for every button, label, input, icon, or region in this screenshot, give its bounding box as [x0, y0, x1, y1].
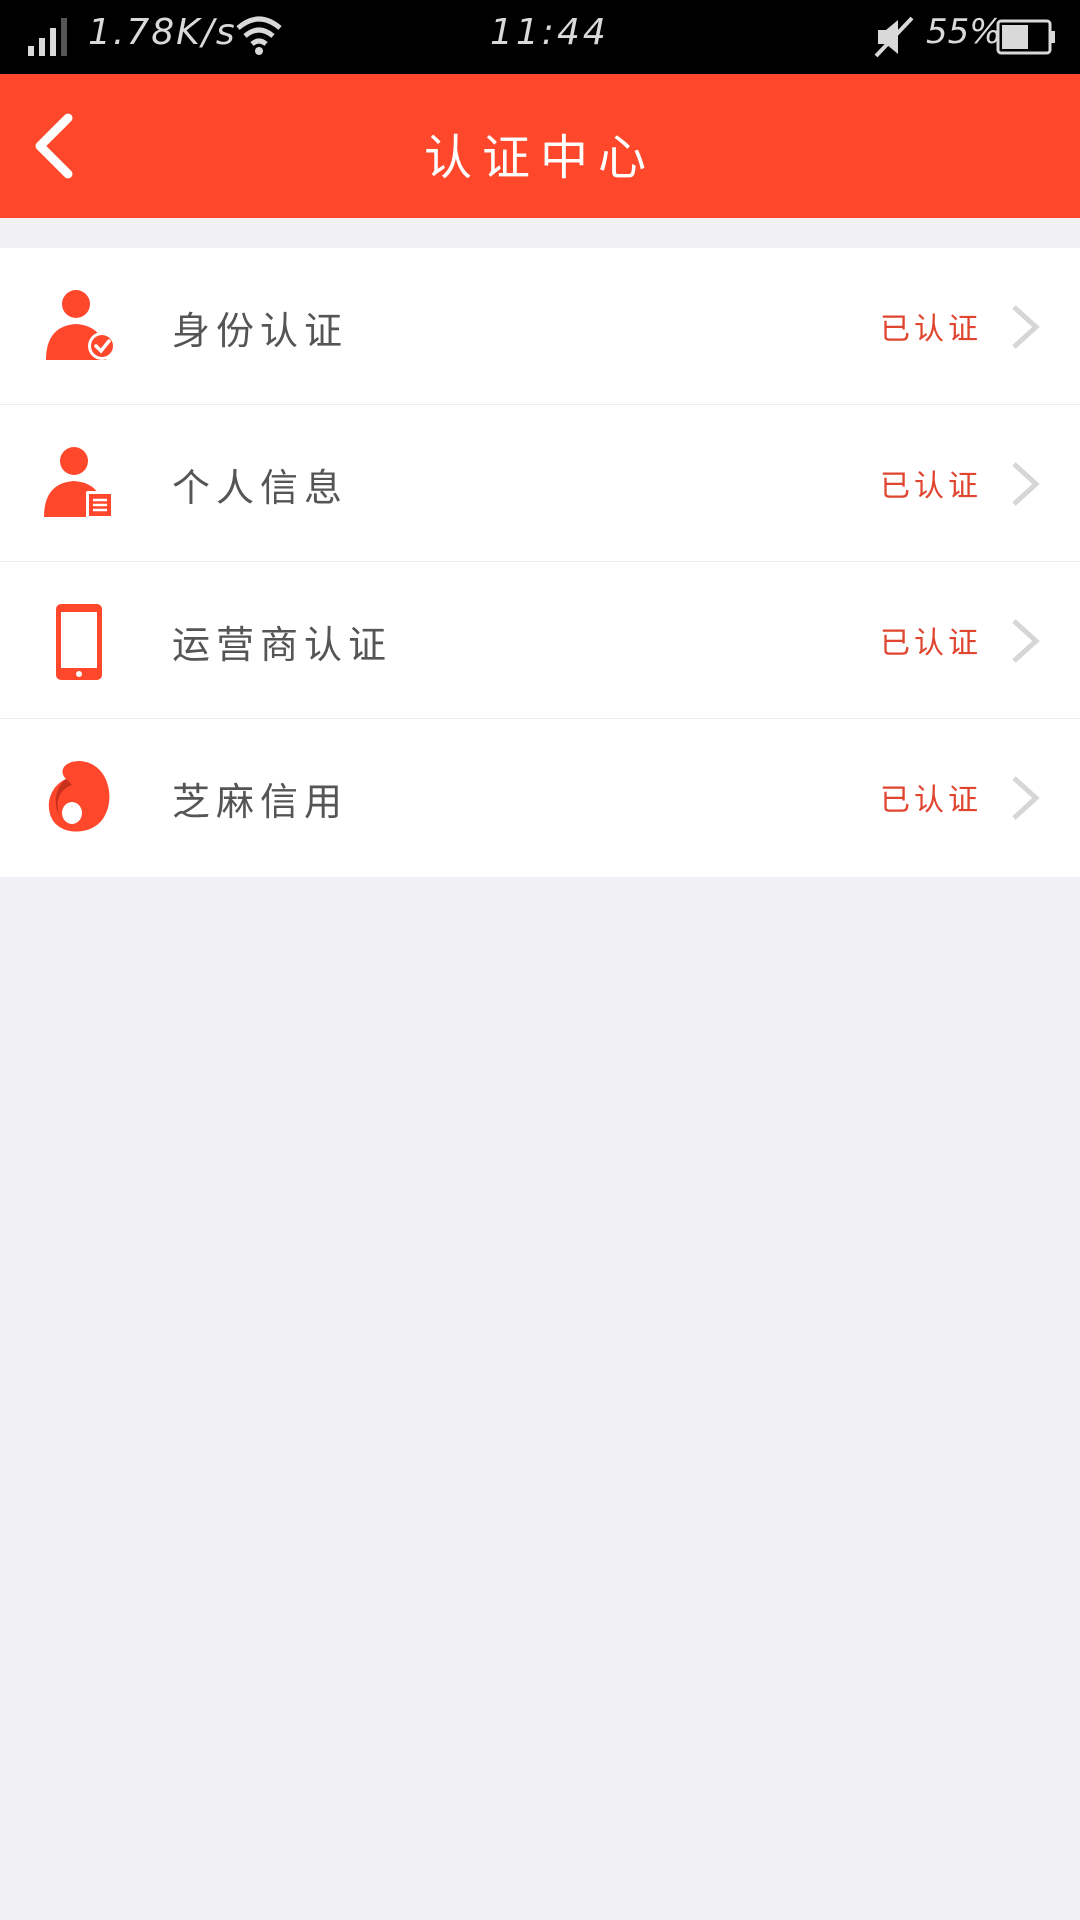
list-item-carrier[interactable]: 运营商认证 已认证 [0, 562, 1080, 719]
verification-list: 身份认证 已认证 个人信息 已认证 运营商认证 已认证 芝麻信用 已认证 [0, 248, 1080, 877]
chevron-right-icon [1012, 776, 1040, 820]
status-badge: 已认证 [880, 312, 982, 347]
mute-icon [874, 16, 914, 58]
page-title: 认证中心 [423, 130, 656, 186]
phone-icon [56, 604, 102, 680]
list-item-identity[interactable]: 身份认证 已认证 [0, 248, 1080, 405]
list-item-label: 身份认证 [172, 309, 349, 353]
status-badge: 已认证 [880, 783, 982, 818]
status-bar: 1.78K/s 11:44 55% [0, 0, 1080, 74]
list-item-personal-info[interactable]: 个人信息 已认证 [0, 405, 1080, 562]
chevron-right-icon [1012, 462, 1040, 506]
sesame-credit-icon [48, 761, 110, 832]
identity-verify-icon [46, 290, 116, 360]
battery-icon [996, 19, 1055, 55]
personal-info-icon [44, 447, 114, 519]
network-speed: 1.78K/s [88, 12, 237, 53]
list-item-label: 芝麻信用 [172, 780, 349, 824]
status-badge: 已认证 [880, 626, 982, 661]
battery-percent: 55% [926, 12, 1002, 52]
list-item-label: 个人信息 [172, 466, 349, 510]
app-header: 认证中心 [0, 74, 1080, 218]
list-item-label: 运营商认证 [172, 623, 393, 667]
list-item-sesame[interactable]: 芝麻信用 已认证 [0, 719, 1080, 877]
wifi-icon [236, 16, 282, 55]
chevron-right-icon [1012, 305, 1040, 349]
chevron-right-icon [1012, 619, 1040, 663]
clock: 11:44 [490, 12, 609, 53]
status-badge: 已认证 [880, 469, 982, 504]
signal-icon [28, 18, 67, 56]
